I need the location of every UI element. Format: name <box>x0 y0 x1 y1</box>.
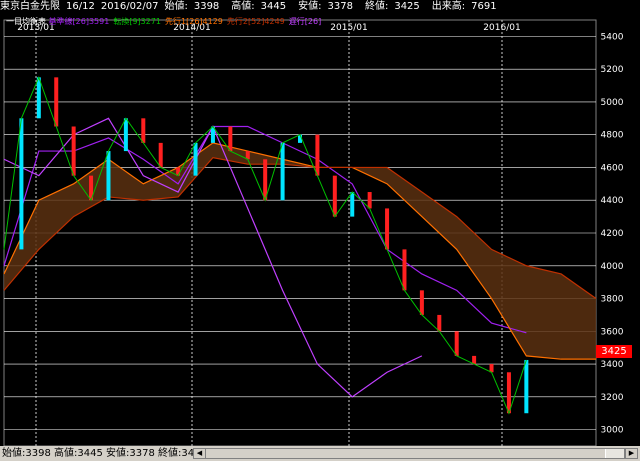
scroll-left-arrow-icon[interactable]: ◀ <box>194 449 206 458</box>
candle <box>176 167 181 176</box>
y-tick-label: 4000 <box>601 262 624 272</box>
y-tick-label: 5400 <box>601 32 624 42</box>
candle <box>489 364 494 373</box>
candle <box>385 208 390 250</box>
legend-item: 先行1[26]4129 <box>165 17 223 26</box>
header-bar: 東京白金先限 16/12 2016/02/07 始値: 3398 高値: 3445 安値: 33… <box>0 0 640 14</box>
y-tick-label: 4400 <box>601 196 624 206</box>
y-tick-label: 3200 <box>601 393 624 403</box>
candle <box>350 192 355 217</box>
high-value: 高値: 3445 <box>231 1 292 12</box>
legend-item: 転換[9]3271 <box>113 17 162 26</box>
horizontal-scrollbar[interactable]: ◀ ▶ <box>193 448 638 459</box>
candle <box>419 290 424 315</box>
candle <box>315 134 320 176</box>
close-label: 終値: <box>364 1 389 12</box>
low-value: 安値: 3378 <box>298 1 359 12</box>
y-tick-label: 3600 <box>601 327 624 337</box>
legend-title: 一目均衡表 <box>6 17 49 26</box>
high-label: 高値: <box>231 1 255 12</box>
candle <box>402 249 407 291</box>
candle <box>245 151 250 160</box>
status-ohlc: 始値:3398 高値:3445 安値:3378 終値:3425 <box>2 448 207 459</box>
open-value: 始値: 3398 <box>164 1 225 12</box>
candle <box>141 118 146 143</box>
open-label: 始値: <box>164 1 188 12</box>
instrument-name: 東京白金先限 <box>0 1 60 12</box>
legend: 一目均衡表 基準線[26]3591 転換[9]3271 先行1[26]4129 先行2… <box>6 17 325 27</box>
y-tick-label: 4200 <box>601 229 624 239</box>
legend-item: 遅行[26] <box>288 17 322 26</box>
candle <box>332 175 337 217</box>
y-tick-label: 5000 <box>601 98 624 108</box>
legend-item: 基準線[26]3591 <box>48 17 110 26</box>
candle <box>228 126 233 152</box>
legend-item: 先行2[52]4249 <box>226 17 285 26</box>
volume-number: 7691 <box>471 1 497 12</box>
series-line <box>3 117 423 398</box>
y-tick-label: 4600 <box>601 163 624 173</box>
volume-label: 出来高: <box>431 1 466 12</box>
open-number: 3398 <box>193 1 220 12</box>
x-tick-label: 2015/01 <box>330 23 367 33</box>
current-price-label: 3425 <box>596 345 632 358</box>
candle <box>71 126 76 176</box>
candle <box>54 77 59 127</box>
candle <box>524 359 529 414</box>
scroll-right-arrow-icon[interactable]: ▶ <box>625 449 637 458</box>
y-tick-label: 3800 <box>601 295 624 305</box>
candle <box>36 77 41 119</box>
scroll-thumb[interactable] <box>605 449 625 458</box>
bar-date: 2016/02/07 <box>100 1 159 12</box>
conversion-line <box>3 75 527 415</box>
x-tick-label: 2016/01 <box>483 23 520 33</box>
candle <box>123 118 128 152</box>
candle <box>472 355 477 365</box>
volume-value: 出来高: 7691 <box>432 1 503 12</box>
y-tick-label: 3400 <box>601 360 624 370</box>
y-tick-label: 4800 <box>601 131 624 141</box>
candle <box>158 142 163 168</box>
candle <box>106 151 111 201</box>
candle <box>506 372 511 414</box>
close-number: 3425 <box>394 1 420 12</box>
candle <box>280 142 285 201</box>
close-value: 終値: 3425 <box>365 1 426 12</box>
y-tick-label: 5200 <box>601 65 624 75</box>
candle <box>367 192 372 209</box>
high-number: 3445 <box>260 1 287 12</box>
candle <box>437 314 442 332</box>
candle <box>193 142 198 176</box>
y-tick-label: 3000 <box>601 426 624 436</box>
low-number: 3378 <box>327 1 353 12</box>
low-label: 安値: <box>298 1 322 12</box>
contract-period: 16/12 <box>66 1 95 12</box>
price-chart: 3000 3200 3400 3600 3800 4000 4200 4400 4600 4800… <box>3 19 624 446</box>
candle <box>19 118 24 250</box>
candle <box>454 331 459 356</box>
status-bar: 始値:3398 高値:3445 安値:3378 終値:3425 ◀ ▶ <box>0 446 640 461</box>
